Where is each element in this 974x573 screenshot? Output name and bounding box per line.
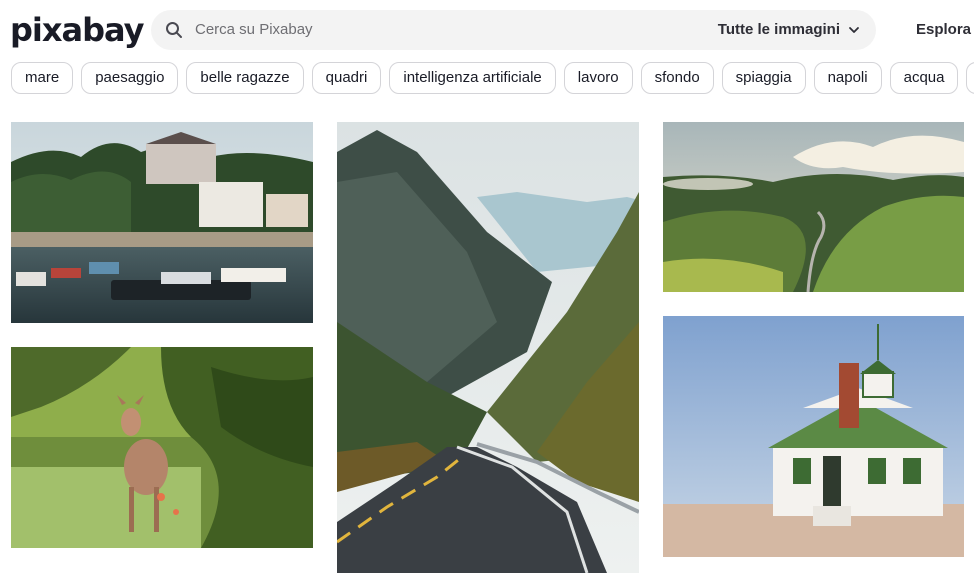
tag-chip[interactable]: belle ragazze: [186, 62, 304, 94]
image-type-dropdown[interactable]: Tutte le immagini: [718, 10, 860, 50]
tag-chip[interactable]: tramonto: [966, 62, 974, 94]
tag-chip[interactable]: mare: [11, 62, 74, 94]
tag-chip[interactable]: intelligenza artificiale: [389, 62, 556, 94]
image-type-label: Tutte le immagini: [717, 21, 840, 38]
tag-suggestions: mare paesaggio belle ragazze quadri inte…: [11, 62, 974, 95]
deer-photo[interactable]: [11, 347, 313, 548]
green-hills-photo[interactable]: [663, 122, 964, 292]
harbor-photo[interactable]: [11, 122, 313, 323]
tag-chip[interactable]: paesaggio: [81, 62, 179, 94]
tag-chip[interactable]: acqua: [889, 62, 959, 94]
schoolhouse-painting-photo[interactable]: [663, 316, 964, 557]
tag-chip[interactable]: quadri: [311, 62, 382, 94]
tag-chip[interactable]: napoli: [813, 62, 882, 94]
chevron-down-icon: [849, 27, 859, 33]
search-input[interactable]: Cerca su Pixabay: [195, 10, 313, 50]
pixabay-logo[interactable]: pixabay: [10, 8, 144, 52]
mountain-road-photo[interactable]: [337, 122, 639, 573]
search-bar[interactable]: Cerca su Pixabay Tutte le immagini: [151, 10, 876, 50]
explore-menu[interactable]: Esplora: [916, 0, 971, 60]
search-icon: [166, 22, 182, 38]
tag-chip[interactable]: lavoro: [563, 62, 633, 94]
tag-chip[interactable]: sfondo: [640, 62, 714, 94]
tag-chip[interactable]: spiaggia: [721, 62, 806, 94]
